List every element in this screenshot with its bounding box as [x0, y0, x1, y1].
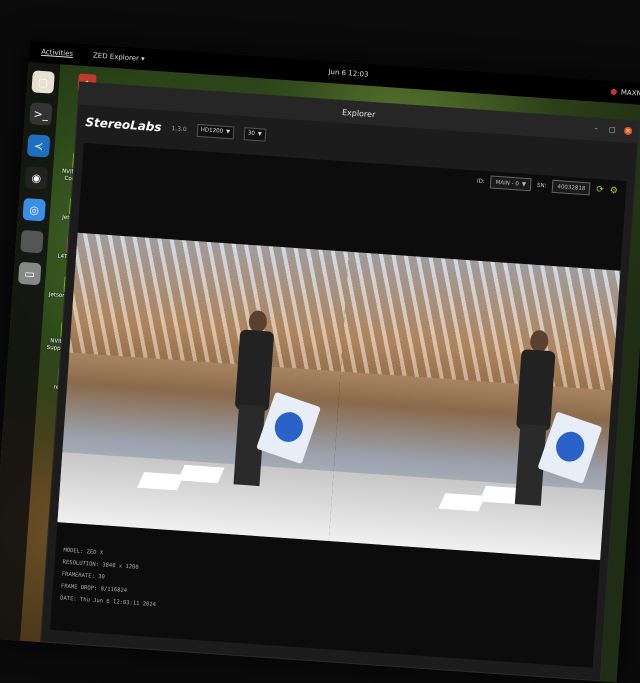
camera-value: MAIN - 0 — [495, 179, 520, 187]
window-buttons: – □ × — [592, 124, 633, 136]
terminal-icon[interactable]: >_ — [29, 102, 53, 126]
camera-id-label: ID: — [476, 178, 485, 185]
minimize-icon[interactable]: – — [592, 124, 601, 133]
serial-label: SN: — [536, 182, 547, 189]
activities-button[interactable]: Activities — [29, 47, 73, 58]
serial-field[interactable]: 40032818 — [551, 179, 591, 196]
floor-tile — [137, 472, 184, 491]
resolution-value: HD1200 — [200, 127, 224, 135]
right-camera-image — [328, 251, 621, 561]
close-icon[interactable]: × — [623, 126, 633, 136]
notification-icon — [610, 88, 618, 96]
storage-icon[interactable]: ▭ — [17, 261, 42, 286]
window-title: Explorer — [341, 107, 376, 119]
chromium-icon[interactable]: ◎ — [22, 197, 46, 222]
maximize-icon[interactable]: □ — [608, 126, 617, 135]
camera-info-overlay: MODEL: ZED X RESOLUTION: 3840 x 1200 FRAME… — [60, 545, 160, 612]
stereolabs-logo: StereoLabs — [84, 115, 163, 135]
atrium-ceiling — [69, 232, 350, 372]
clock[interactable]: Jun 6 12:03 — [328, 68, 368, 79]
desktop-screen: Activities ZED Explorer ▾ Jun 6 12:03 MA… — [0, 40, 640, 683]
atrium-floor — [328, 471, 605, 561]
person-shirt — [234, 329, 275, 412]
fps-value: 30 — [247, 130, 256, 137]
chevron-down-icon: ▼ — [257, 131, 262, 138]
stereo-video-feed — [57, 232, 621, 561]
refresh-icon[interactable]: ⟳ — [596, 184, 604, 195]
blank-app-icon[interactable] — [20, 229, 44, 254]
vscode-icon[interactable]: ≺ — [26, 134, 51, 158]
app-menu[interactable]: ZED Explorer ▾ — [73, 50, 145, 63]
user-label[interactable]: MAXN — [621, 88, 640, 97]
chevron-down-icon: ▼ — [225, 128, 231, 136]
camera-viewer: ID: MAIN - 0 ▼ SN: 40032818 ⟳ ⚙ MODEL: Z… — [49, 143, 627, 668]
camera-select[interactable]: MAIN - 0 ▼ — [490, 175, 532, 192]
camera-controls: ID: MAIN - 0 ▼ SN: 40032818 ⟳ ⚙ — [477, 175, 619, 198]
floor-tile — [177, 464, 225, 484]
system-tray[interactable]: MAXN — [610, 88, 640, 98]
explorer-window: Explorer – □ × StereoLabs 1.3.0 HD1200 ▼… — [40, 81, 640, 682]
resolution-select[interactable]: HD1200 ▼ — [196, 123, 235, 139]
fps-select[interactable]: 30 ▼ — [243, 126, 267, 142]
obs-icon[interactable]: ◉ — [24, 166, 49, 190]
serial-value: 40032818 — [557, 183, 586, 192]
settings-gear-icon[interactable]: ⚙ — [610, 185, 619, 196]
chevron-down-icon: ▼ — [521, 181, 527, 188]
person-shirt — [516, 349, 556, 432]
floor-tile — [438, 493, 486, 512]
files-icon[interactable]: ▢ — [31, 70, 55, 94]
left-camera-image — [57, 232, 350, 542]
atrium-ceiling — [340, 251, 621, 391]
version-label: 1.3.0 — [171, 124, 187, 133]
